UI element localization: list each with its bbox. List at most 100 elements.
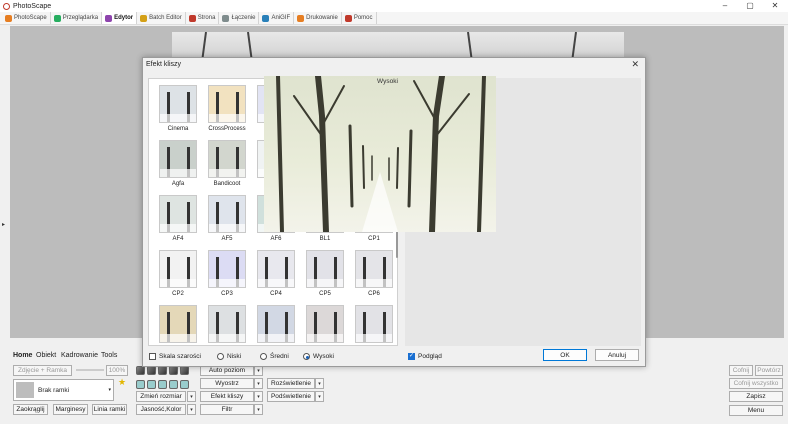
thumbnail-label: CP6 <box>368 291 380 297</box>
thumbnail-image <box>208 85 246 123</box>
film-effect-dropdown[interactable]: ▾ <box>254 391 263 402</box>
tab-2[interactable]: Edytor <box>102 12 138 24</box>
frame-line-button[interactable]: Linia ramki <box>92 404 127 415</box>
low-radio-dot[interactable] <box>217 353 224 360</box>
medium-radio-dot[interactable] <box>260 353 267 360</box>
frame-select-value: Brak ramki <box>38 387 70 394</box>
effect-thumbnail[interactable]: AF5 <box>207 195 247 243</box>
close-button[interactable]: ✕ <box>762 0 788 12</box>
minimize-button[interactable]: – <box>712 0 738 12</box>
sharpen-button[interactable]: Wyostrz <box>200 378 254 389</box>
tone-2-icon[interactable] <box>147 366 156 375</box>
tab-3[interactable]: Batch Editor <box>137 12 186 24</box>
effect-thumbnail[interactable] <box>207 305 247 345</box>
filter-dropdown[interactable]: ▾ <box>254 404 263 415</box>
effect-thumbnail[interactable] <box>354 305 394 345</box>
tab-label: Drukowanie <box>306 15 338 21</box>
tab-5[interactable]: Łączenie <box>219 12 260 24</box>
resize-dropdown[interactable]: ▾ <box>187 391 196 402</box>
backlight2-button[interactable]: Podświetlenie <box>267 391 315 402</box>
grayscale-checkbox[interactable]: Skala szarości <box>149 353 201 360</box>
grayscale-checkbox-box[interactable] <box>149 353 156 360</box>
effect-thumbnail[interactable]: Cinema <box>158 85 198 133</box>
panel-tab-home[interactable]: Home <box>13 352 32 359</box>
tone-5-icon[interactable] <box>180 366 189 375</box>
photo-frame-button[interactable]: Zdjęcie + Ramka <box>13 365 72 376</box>
preview-checkbox[interactable]: Podgląd <box>408 352 442 360</box>
backlight2-dropdown[interactable]: ▾ <box>315 391 324 402</box>
panel-tab-tools[interactable]: Tools <box>101 352 117 359</box>
redo-button[interactable]: Powtórz <box>755 365 783 376</box>
side-panel-toggle[interactable]: ▸ <box>0 26 8 338</box>
low-label: Niski <box>227 353 242 360</box>
effect-thumbnail[interactable]: CP4 <box>256 250 296 298</box>
tone-4-icon[interactable] <box>169 366 178 375</box>
rotate-left-icon[interactable] <box>147 380 156 389</box>
preview-checkbox-box[interactable] <box>408 352 415 360</box>
margins-button[interactable]: Marginesy <box>53 404 88 415</box>
tab-1[interactable]: Przeglądarka <box>51 12 103 24</box>
sharpen-dropdown[interactable]: ▾ <box>254 378 263 389</box>
effect-thumbnail[interactable] <box>256 305 296 345</box>
effect-thumbnail[interactable]: CP6 <box>354 250 394 298</box>
tab-7[interactable]: Drukowanie <box>294 12 342 24</box>
window-title: PhotoScape <box>13 2 52 10</box>
undo-all-button[interactable]: Cofnij wszystko <box>729 378 783 389</box>
resize-button[interactable]: Zmień rozmiar <box>136 391 186 402</box>
dialog-close-icon[interactable]: ✕ <box>631 59 639 70</box>
backlight-button[interactable]: Rozświetlenie <box>267 378 315 389</box>
tab-0[interactable]: PhotoScape <box>2 12 51 24</box>
tab-icon <box>262 14 270 22</box>
high-radio-dot[interactable] <box>303 353 310 360</box>
flip-icon[interactable] <box>169 380 178 389</box>
rotate-right-icon[interactable] <box>158 380 167 389</box>
film-effect-button[interactable]: Efekt kliszy <box>200 391 254 402</box>
backlight-dropdown[interactable]: ▾ <box>315 378 324 389</box>
filter-button[interactable]: Filtr <box>200 404 254 415</box>
tab-label: Pomoc <box>353 15 373 21</box>
title-bar: PhotoScape – ▢ ✕ <box>0 0 788 12</box>
menu-button[interactable]: Menu <box>729 405 783 416</box>
round-button[interactable]: Zaokrąglij <box>13 404 48 415</box>
panel-tab-object[interactable]: Obiekt <box>36 352 56 359</box>
zoom-slider[interactable] <box>76 369 104 371</box>
effect-thumbnail[interactable]: CP5 <box>305 250 345 298</box>
straighten-icon[interactable] <box>180 380 189 389</box>
save-button[interactable]: Zapisz <box>729 391 783 402</box>
favorite-star-icon[interactable]: ★ <box>118 377 126 388</box>
maximize-button[interactable]: ▢ <box>737 0 763 12</box>
thumbnail-image <box>159 250 197 288</box>
chevron-down-icon: ▾ <box>108 387 111 393</box>
tone-1-icon[interactable] <box>136 366 145 375</box>
undo-button[interactable]: Cofnij <box>729 365 753 376</box>
zoom-value[interactable]: 100% <box>106 365 128 376</box>
effect-thumbnail[interactable] <box>158 305 198 345</box>
effect-thumbnail[interactable]: CP2 <box>158 250 198 298</box>
tab-icon <box>222 14 230 22</box>
intensity-medium-radio[interactable]: Średni <box>260 353 289 360</box>
rotate-icon[interactable] <box>136 380 145 389</box>
thumbnail-label: AF6 <box>270 236 282 242</box>
tab-4[interactable]: Strona <box>186 12 220 24</box>
effect-thumbnail[interactable]: CrossProcess <box>207 85 247 133</box>
effect-thumbnail[interactable]: CP3 <box>207 250 247 298</box>
tab-8[interactable]: Pomoc <box>342 12 377 24</box>
effect-thumbnail[interactable] <box>305 305 345 345</box>
panel-tab-crop[interactable]: Kadrowanie <box>61 352 98 359</box>
effect-thumbnail[interactable]: AF4 <box>158 195 198 243</box>
ok-button[interactable]: OK <box>543 349 587 361</box>
high-label: Wysoki <box>313 353 334 360</box>
effect-thumbnail[interactable]: Agfa <box>158 140 198 188</box>
tab-6[interactable]: AniGIF <box>259 12 295 24</box>
intensity-low-radio[interactable]: Niski <box>217 353 241 360</box>
thumbnail-label: CP5 <box>319 291 331 297</box>
frame-select[interactable]: Brak ramki ▾ <box>13 379 114 401</box>
intensity-high-radio[interactable]: Wysoki <box>303 353 334 360</box>
effect-thumbnail[interactable]: Bandicoot <box>207 140 247 188</box>
tab-icon <box>344 14 352 22</box>
cancel-button[interactable]: Anuluj <box>595 349 639 361</box>
brightness-color-dropdown[interactable]: ▾ <box>187 404 196 415</box>
tone-3-icon[interactable] <box>158 366 167 375</box>
brightness-color-button[interactable]: Jasność,Kolor <box>136 404 186 415</box>
thumbnail-image <box>257 250 295 288</box>
